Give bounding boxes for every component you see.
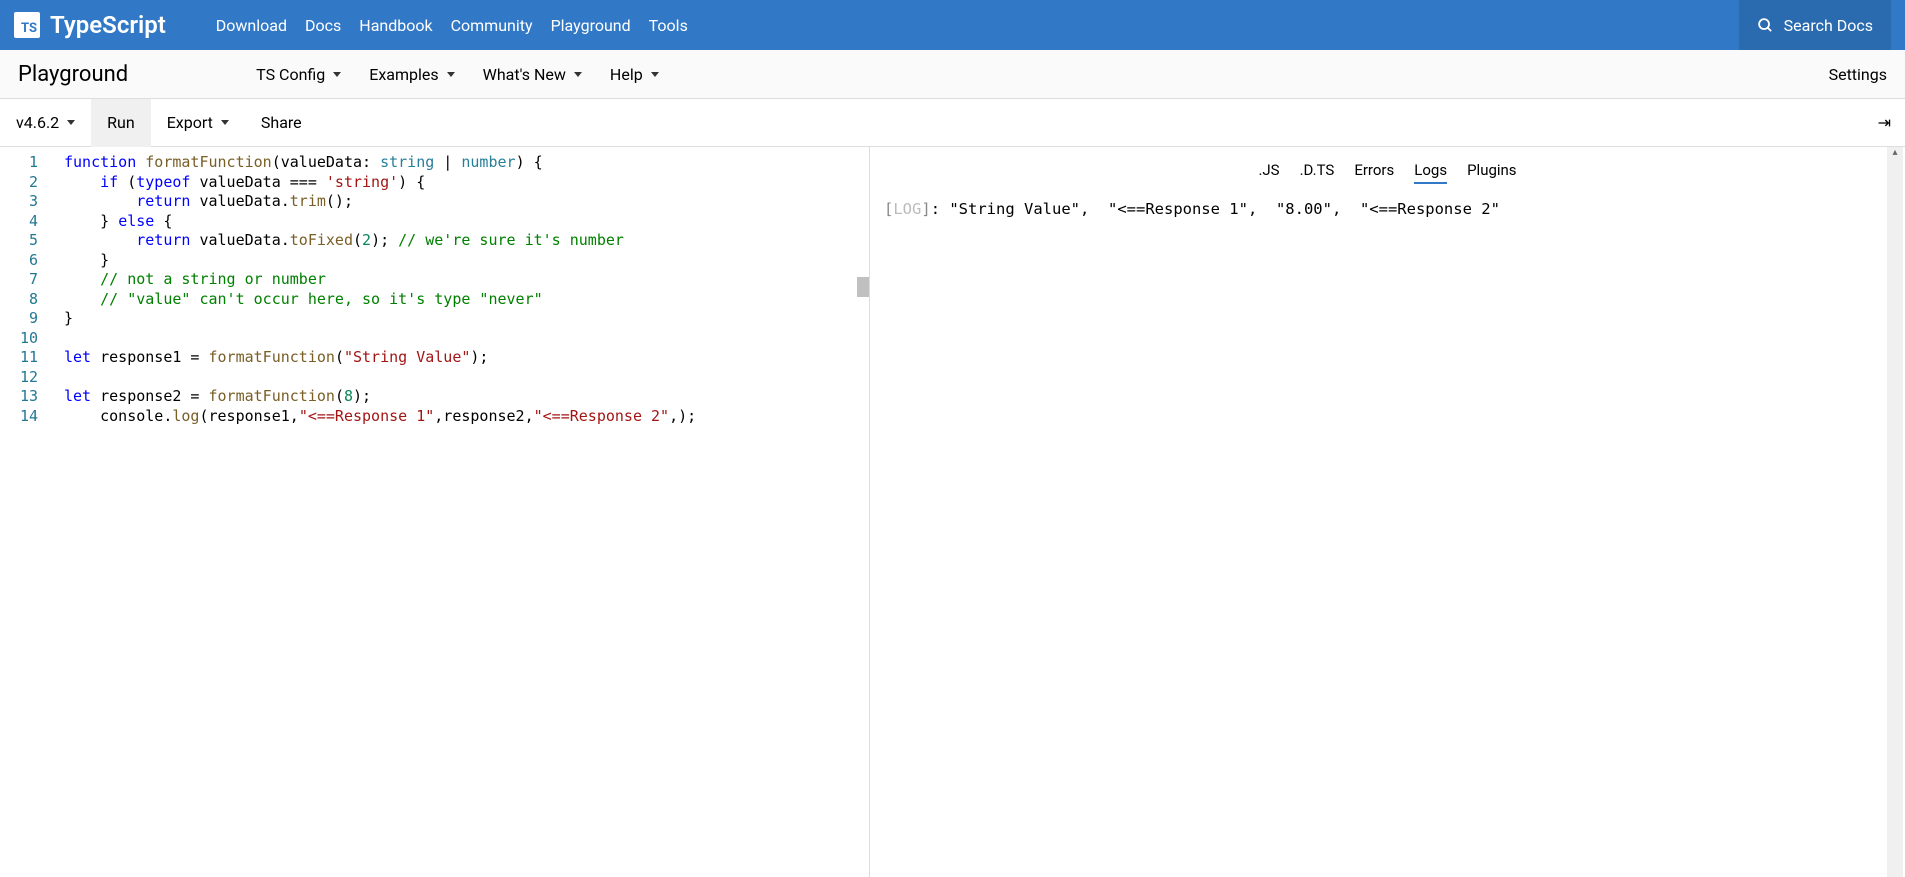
chevron-down-icon [67, 120, 75, 125]
code-line[interactable]: return valueData.trim(); [64, 192, 869, 212]
line-number: 5 [0, 231, 38, 251]
code-line[interactable] [64, 368, 869, 388]
output-body: [LOG]: "String Value", "<==Response 1", … [870, 192, 1905, 877]
code-line[interactable]: // "value" can't occur here, so it's typ… [64, 290, 869, 310]
code-line[interactable]: } else { [64, 212, 869, 232]
line-number: 3 [0, 192, 38, 212]
line-number: 4 [0, 212, 38, 232]
nav-handbook[interactable]: Handbook [359, 16, 432, 35]
ts-logo-icon: TS [14, 12, 40, 38]
line-gutter: 1234567891011121314 [0, 147, 56, 877]
line-number: 2 [0, 173, 38, 193]
code-line[interactable]: console.log(response1,"<==Response 1",re… [64, 407, 869, 427]
minimap-viewport[interactable] [857, 277, 869, 297]
line-number: 12 [0, 368, 38, 388]
output-tab-plugins[interactable]: Plugins [1467, 161, 1516, 184]
code-line[interactable]: } [64, 251, 869, 271]
output-tabs: .JS .D.TS Errors Logs Plugins [870, 147, 1905, 192]
settings-button[interactable]: Settings [1811, 65, 1905, 84]
run-button[interactable]: Run [91, 99, 151, 147]
subnav-what-s-new[interactable]: What's New [483, 65, 582, 84]
search-label: Search Docs [1784, 16, 1873, 35]
chevron-down-icon [574, 72, 582, 77]
code-line[interactable] [64, 329, 869, 349]
code-line[interactable]: } [64, 309, 869, 329]
chevron-down-icon [651, 72, 659, 77]
line-number: 9 [0, 309, 38, 329]
share-button[interactable]: Share [245, 99, 318, 147]
line-number: 11 [0, 348, 38, 368]
nav-tools[interactable]: Tools [649, 16, 688, 35]
code-line[interactable]: return valueData.toFixed(2); // we're su… [64, 231, 869, 251]
chevron-down-icon [221, 120, 229, 125]
line-number: 6 [0, 251, 38, 271]
code-content[interactable]: function formatFunction(valueData: strin… [56, 147, 869, 877]
playground-nav: TS Config Examples What's New Help [256, 65, 659, 84]
code-line[interactable]: if (typeof valueData === 'string') { [64, 173, 869, 193]
code-line[interactable]: function formatFunction(valueData: strin… [64, 153, 869, 173]
nav-playground[interactable]: Playground [551, 16, 631, 35]
chevron-down-icon [447, 72, 455, 77]
subnav-examples[interactable]: Examples [369, 65, 454, 84]
line-number: 13 [0, 387, 38, 407]
output-tab-dts[interactable]: .D.TS [1300, 161, 1335, 184]
output-tab-errors[interactable]: Errors [1354, 161, 1394, 184]
chevron-down-icon [333, 72, 341, 77]
site-header: TS TypeScript Download Docs Handbook Commun… [0, 0, 1905, 50]
scroll-up-icon[interactable]: ▴ [1887, 147, 1903, 163]
editor-toolbar: v4.6.2 Run Export Share ⇥ [0, 99, 1905, 147]
line-number: 10 [0, 329, 38, 349]
log-line: : "String Value", "<==Response 1", "8.00… [931, 200, 1510, 218]
main-nav: Download Docs Handbook Community Playground T… [216, 16, 688, 35]
search-docs-button[interactable]: Search Docs [1739, 0, 1891, 50]
playground-header: Playground TS Config Examples What's New He… [0, 50, 1905, 99]
code-editor[interactable]: 1234567891011121314 function formatFunct… [0, 147, 870, 877]
output-scrollbar[interactable]: ▴ [1887, 147, 1903, 877]
export-button[interactable]: Export [151, 99, 245, 147]
line-number: 1 [0, 153, 38, 173]
output-tab-logs[interactable]: Logs [1414, 161, 1447, 184]
line-number: 14 [0, 407, 38, 427]
code-line[interactable]: let response2 = formatFunction(8); [64, 387, 869, 407]
line-number: 7 [0, 270, 38, 290]
output-panel: ▴ .JS .D.TS Errors Logs Plugins [LOG]: "Stri… [870, 147, 1905, 877]
output-tab-js[interactable]: .JS [1258, 161, 1279, 184]
nav-community[interactable]: Community [451, 16, 533, 35]
page-title: Playground [0, 62, 146, 87]
subnav-ts-config[interactable]: TS Config [256, 65, 341, 84]
line-number: 8 [0, 290, 38, 310]
code-line[interactable]: let response1 = formatFunction("String V… [64, 348, 869, 368]
nav-download[interactable]: Download [216, 16, 287, 35]
send-to-output-button[interactable]: ⇥ [1864, 113, 1905, 132]
nav-docs[interactable]: Docs [305, 16, 341, 35]
search-icon [1757, 17, 1774, 34]
code-line[interactable]: // not a string or number [64, 270, 869, 290]
version-selector[interactable]: v4.6.2 [0, 99, 91, 147]
main-area: 1234567891011121314 function formatFunct… [0, 147, 1905, 877]
log-prefix: [LOG] [884, 200, 931, 218]
subnav-help[interactable]: Help [610, 65, 659, 84]
site-title[interactable]: TypeScript [50, 11, 166, 39]
